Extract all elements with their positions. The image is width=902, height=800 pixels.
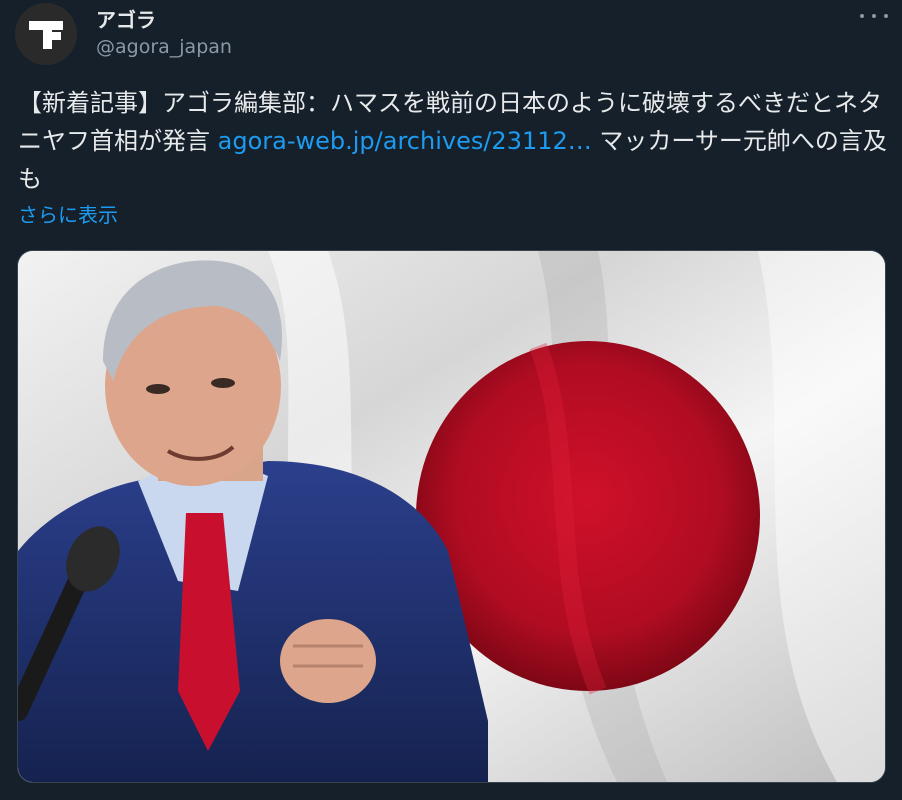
tweet-text: 【新着記事】アゴラ編集部：ハマスを戦前の日本のように破壊するべきだとネタニヤフ首… — [18, 84, 890, 198]
more-dot — [872, 14, 876, 18]
handle[interactable]: @agora_japan — [96, 36, 232, 58]
more-dot — [884, 14, 888, 18]
media-illustration — [18, 251, 885, 782]
display-name[interactable]: アゴラ — [96, 4, 156, 33]
tweet: アゴラ @agora_japan 【新着記事】アゴラ編集部：ハマスを戦前の日本の… — [0, 0, 902, 800]
agora-logo-icon — [15, 3, 77, 65]
avatar[interactable] — [15, 3, 77, 65]
article-link[interactable]: agora-web.jp/archives/23112… — [218, 127, 592, 155]
show-more-link[interactable]: さらに表示 — [18, 199, 118, 228]
more-dot — [860, 14, 864, 18]
more-horizontal-icon[interactable] — [860, 8, 888, 24]
tweet-media-image[interactable] — [17, 250, 886, 783]
